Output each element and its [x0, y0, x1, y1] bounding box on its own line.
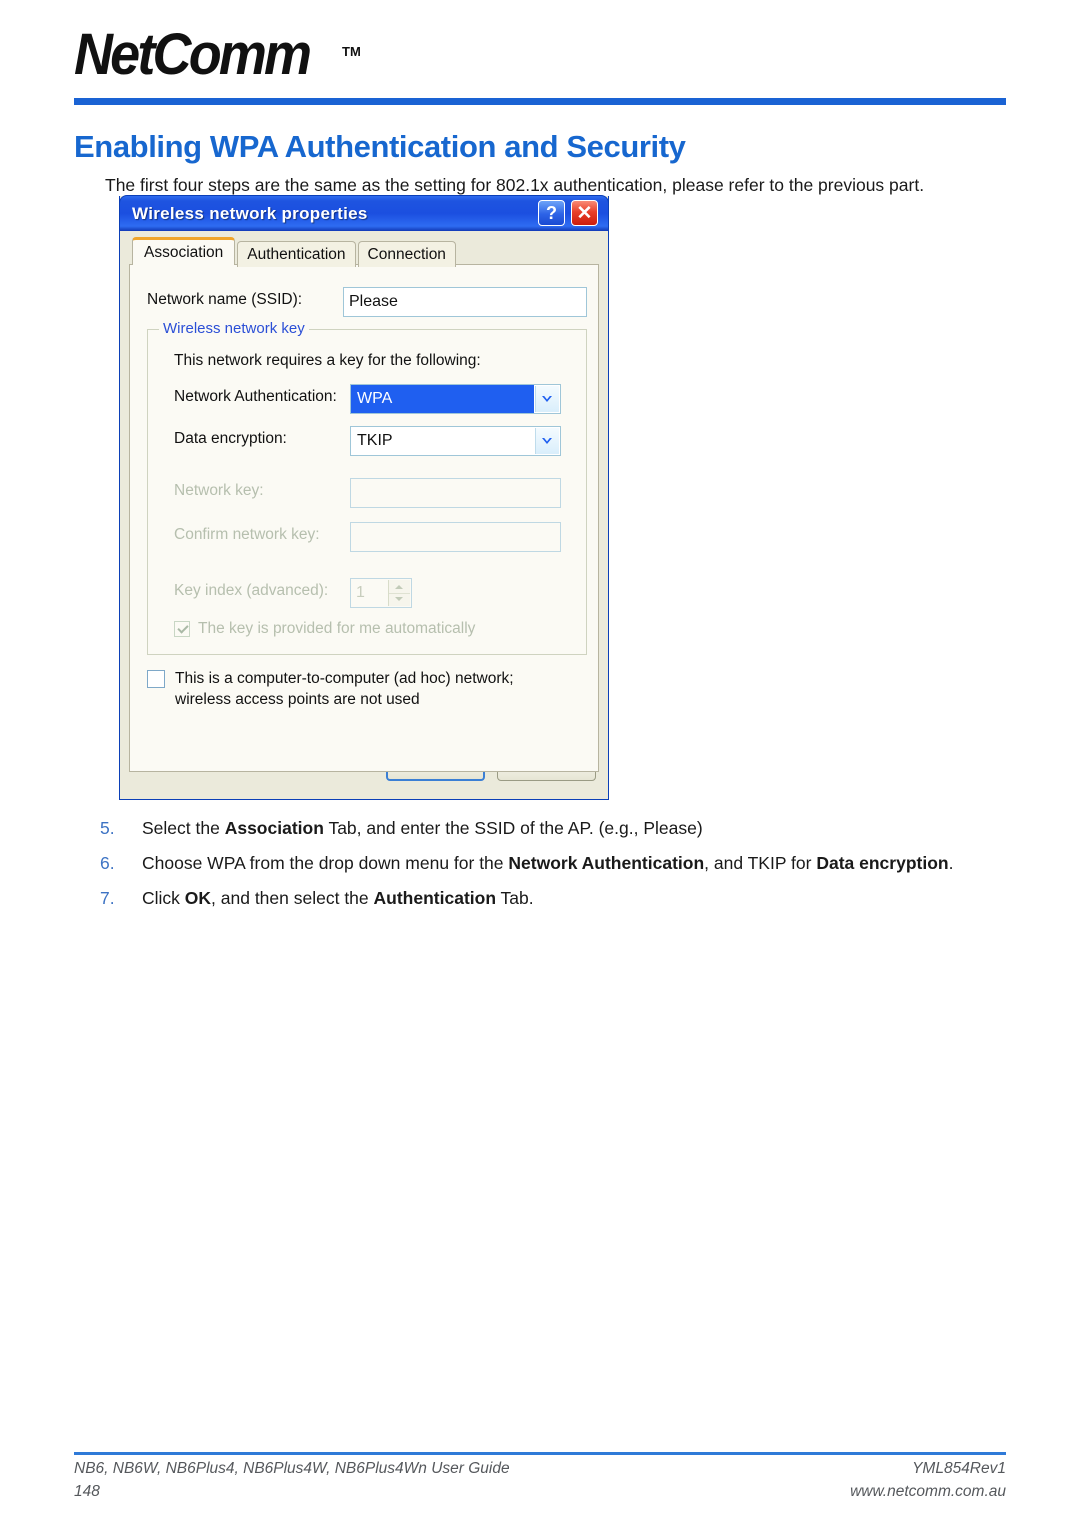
chevron-down-icon[interactable]	[535, 386, 559, 412]
chevron-down-icon	[389, 593, 410, 606]
wireless-network-key-group-title: Wireless network key	[159, 320, 309, 337]
confirm-network-key-input	[350, 522, 561, 552]
footer-page-number: 148	[74, 1483, 100, 1500]
footer-row-top: NB6, NB6W, NB6Plus4, NB6Plus4W, NB6Plus4…	[74, 1460, 1006, 1483]
stepper-buttons	[388, 580, 410, 606]
key-index-value: 1	[356, 584, 365, 601]
trademark-symbol: TM	[342, 44, 361, 59]
footer-website: www.netcomm.com.au	[850, 1483, 1006, 1500]
chevron-up-icon	[389, 580, 410, 594]
tab-association-label: Association	[144, 244, 224, 261]
auto-key-label: The key is provided for me automatically	[198, 620, 476, 637]
wireless-network-properties-dialog: Wireless network properties ? ✕ Associat…	[119, 195, 609, 800]
key-index-row: Key index (advanced): 1	[174, 578, 574, 608]
association-tab-panel: Network name (SSID): Please Wireless net…	[129, 264, 599, 772]
data-encryption-value: TKIP	[357, 432, 393, 449]
dialog-titlebar: Wireless network properties ? ✕	[119, 195, 609, 231]
tab-strip: Association Authentication Connection	[132, 237, 599, 267]
data-encryption-label: Data encryption:	[174, 430, 287, 447]
network-authentication-row: Network Authentication: WPA	[174, 384, 574, 414]
key-required-note: This network requires a key for the foll…	[174, 352, 481, 369]
page-footer: NB6, NB6W, NB6Plus4, NB6Plus4W, NB6Plus4…	[74, 1460, 1006, 1506]
adhoc-checkbox[interactable]	[147, 670, 165, 688]
step-text: Click OK, and then select the Authentica…	[142, 888, 534, 908]
intro-paragraph: The first four steps are the same as the…	[105, 174, 925, 195]
list-item: 6. Choose WPA from the drop down menu for…	[100, 853, 1020, 888]
step-text: Select the Association Tab, and enter th…	[142, 818, 703, 838]
tab-authentication-label: Authentication	[247, 246, 346, 263]
close-icon[interactable]: ✕	[571, 200, 598, 226]
dialog-body: Association Authentication Connection Ne…	[120, 231, 608, 791]
ssid-label: Network name (SSID):	[147, 291, 303, 308]
step-number: 5.	[100, 818, 115, 838]
ssid-input[interactable]: Please	[343, 287, 587, 317]
tab-association[interactable]: Association	[132, 237, 236, 265]
adhoc-label: This is a computer-to-computer (ad hoc) …	[175, 670, 514, 708]
close-glyph: ✕	[576, 203, 593, 224]
document-page: NetComm TM Enabling WPA Authentication a…	[0, 0, 1080, 1527]
step-number: 7.	[100, 888, 115, 908]
help-icon[interactable]: ?	[538, 200, 565, 226]
list-item: 7. Click OK, and then select the Authenti…	[100, 888, 1020, 923]
ssid-row: Network name (SSID): Please	[147, 287, 587, 317]
step-number: 6.	[100, 853, 115, 873]
key-index-stepper: 1	[350, 578, 412, 608]
data-encryption-select[interactable]: TKIP	[350, 426, 561, 456]
network-key-input	[350, 478, 561, 508]
data-encryption-row: Data encryption: TKIP	[174, 426, 574, 456]
logo-wordmark: NetComm	[74, 22, 312, 87]
network-authentication-value: WPA	[351, 385, 534, 413]
footer-doc-code: YML854Rev1	[912, 1460, 1006, 1477]
confirm-network-key-label: Confirm network key:	[174, 526, 320, 543]
auto-key-checkbox	[174, 621, 190, 637]
tab-authentication[interactable]: Authentication	[237, 241, 356, 267]
step-text: Choose WPA from the drop down menu for t…	[142, 853, 954, 873]
confirm-network-key-row: Confirm network key:	[174, 522, 574, 552]
network-authentication-select[interactable]: WPA	[350, 384, 561, 414]
footer-row-bottom: 148 www.netcomm.com.au	[74, 1483, 1006, 1506]
network-authentication-label: Network Authentication:	[174, 388, 337, 405]
steps-list: 5. Select the Association Tab, and enter …	[100, 818, 1020, 923]
wireless-network-key-group: Wireless network key This network requir…	[147, 320, 587, 655]
tab-connection[interactable]: Connection	[357, 241, 456, 267]
footer-guide-title: NB6, NB6W, NB6Plus4, NB6Plus4W, NB6Plus4…	[74, 1460, 510, 1477]
help-glyph: ?	[546, 203, 557, 223]
header-rule	[74, 98, 1006, 105]
list-item: 5. Select the Association Tab, and enter …	[100, 818, 1020, 853]
footer-rule	[74, 1452, 1006, 1455]
dialog-title: Wireless network properties	[132, 204, 368, 223]
netcomm-logo: NetComm TM	[74, 24, 374, 86]
key-index-label: Key index (advanced):	[174, 582, 329, 599]
chevron-down-icon[interactable]	[535, 428, 559, 454]
page-title: Enabling WPA Authentication and Security	[74, 128, 686, 164]
network-key-label: Network key:	[174, 482, 264, 499]
network-key-row: Network key:	[174, 478, 574, 508]
tab-connection-label: Connection	[367, 246, 446, 263]
